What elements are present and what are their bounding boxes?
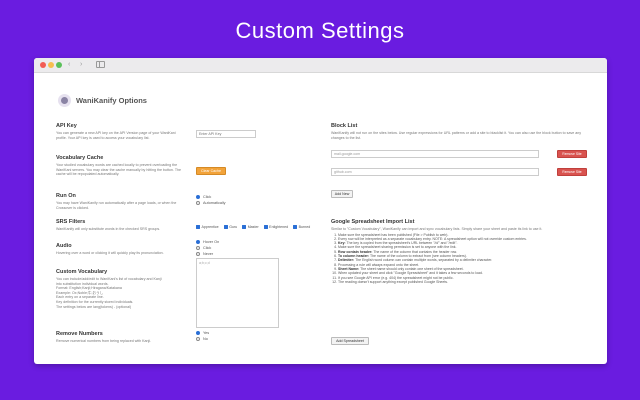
remove-site-button[interactable]: Remove Site <box>557 150 587 158</box>
srs-filter-checkboxes: Apprentice Guru Master Enlightened Burne… <box>196 225 315 229</box>
remove-numbers-options: Yes No <box>196 330 209 342</box>
window-titlebar: ‹ › <box>34 58 607 73</box>
audio-section: Audio Hovering over a word or clicking i… <box>56 243 184 256</box>
srs-filter-burned[interactable]: Burned <box>293 225 310 229</box>
radio-selected-icon <box>196 331 200 335</box>
audio-title: Audio <box>56 243 72 249</box>
maximize-window-icon[interactable] <box>56 62 62 68</box>
block-list-site-input[interactable]: github.com <box>331 168 539 176</box>
remove-numbers-no[interactable]: No <box>196 336 209 342</box>
remove-site-button[interactable]: Remove Site <box>557 168 587 176</box>
import-step: The reading doesn't support anything exc… <box>338 280 589 284</box>
clear-cache-button[interactable]: Clear Cache <box>196 167 226 175</box>
srs-filters-section: SRS Filters WaniKanify will only substit… <box>56 219 184 232</box>
custom-vocab-section: Custom Vocabulary You can include/add/ed… <box>56 269 184 309</box>
radio-selected-icon <box>196 195 200 199</box>
checkbox-checked-icon <box>293 225 298 229</box>
spreadsheet-import-title: Google Spreadsheet Import List <box>331 219 415 225</box>
spreadsheet-import-section: Google Spreadsheet Import List Similar t… <box>331 219 589 284</box>
block-list-row: github.com Remove Site <box>331 167 587 177</box>
vocab-cache-desc: Your studied vocabulary words are cached… <box>56 163 182 177</box>
block-list-title: Block List <box>331 123 358 129</box>
checkbox-checked-icon <box>196 225 200 229</box>
radio-unselected-icon <box>196 252 200 256</box>
srs-filter-master[interactable]: Master <box>242 225 259 229</box>
custom-vocab-title: Custom Vocabulary <box>56 269 108 275</box>
api-key-input[interactable] <box>196 130 256 138</box>
srs-filter-enlightened[interactable]: Enlightened <box>263 225 288 229</box>
block-list-desc: WaniKanify will not run on the sites bel… <box>331 131 582 140</box>
minimize-window-icon[interactable] <box>48 62 54 68</box>
run-on-option-automatically[interactable]: Automatically <box>196 200 226 206</box>
checkbox-checked-icon <box>263 225 268 229</box>
remove-numbers-desc: Remove numerical numbers from being repl… <box>56 339 152 343</box>
custom-vocab-line: The settings below are lang(tokens) - (o… <box>56 304 132 309</box>
spreadsheet-import-intro: Similar to "Custom Vocabulary", WaniKani… <box>331 227 543 231</box>
block-list-row: mail.google.com Remove Site <box>331 149 587 159</box>
audio-desc: Hovering over a word or clicking it will… <box>56 251 164 255</box>
run-on-options: Click Automatically <box>196 194 226 206</box>
wanikanify-logo-icon <box>58 94 71 107</box>
browser-window: ‹ › WaniKanify Options API Key You can g… <box>34 58 607 364</box>
remove-numbers-title: Remove Numbers <box>56 331 103 337</box>
custom-vocab-textarea[interactable]: a;b;c;d <box>196 258 279 328</box>
close-window-icon[interactable] <box>40 62 46 68</box>
radio-unselected-icon <box>196 246 200 250</box>
add-spreadsheet-button[interactable]: Add Spreadsheet <box>331 337 369 345</box>
block-list-site-input[interactable]: mail.google.com <box>331 150 539 158</box>
run-on-section: Run On You may have WaniKanify run autom… <box>56 193 184 210</box>
api-key-desc: You can generate a new API key on the AP… <box>56 131 176 140</box>
radio-unselected-icon <box>196 337 200 341</box>
vocab-cache-title: Vocabulary Cache <box>56 155 104 161</box>
srs-filters-title: SRS Filters <box>56 219 86 225</box>
srs-filter-guru[interactable]: Guru <box>223 225 237 229</box>
sidebar-toggle-icon[interactable] <box>96 61 105 68</box>
srs-filters-desc: WaniKanify will only substitute words in… <box>56 227 161 231</box>
srs-filter-apprentice[interactable]: Apprentice <box>196 225 219 229</box>
radio-unselected-icon <box>196 201 200 205</box>
block-list-section: Block List WaniKanify will not run on th… <box>331 123 589 140</box>
audio-options: Hover On Click Never <box>196 239 219 257</box>
vocab-cache-section: Vocabulary Cache Your studied vocabulary… <box>56 155 184 177</box>
run-on-title: Run On <box>56 193 76 199</box>
page-heading: Custom Settings <box>235 18 405 43</box>
api-key-title: API Key <box>56 123 77 129</box>
radio-selected-icon <box>196 240 200 244</box>
options-title: WaniKanify Options <box>76 96 147 105</box>
add-new-site-button[interactable]: Add New <box>331 190 353 198</box>
run-on-desc: You may have WaniKanify run automaticall… <box>56 201 177 210</box>
audio-option-never[interactable]: Never <box>196 251 219 257</box>
back-arrow-icon[interactable]: ‹ <box>68 61 70 69</box>
remove-numbers-section: Remove Numbers Remove numerical numbers … <box>56 331 184 344</box>
options-page: WaniKanify Options API Key You can gener… <box>34 73 607 364</box>
forward-arrow-icon[interactable]: › <box>80 61 82 69</box>
checkbox-checked-icon <box>223 225 228 229</box>
api-key-section: API Key You can generate a new API key o… <box>56 123 184 140</box>
spreadsheet-import-steps: Make sure the spreadsheet has been publi… <box>331 233 589 285</box>
checkbox-checked-icon <box>242 225 247 229</box>
